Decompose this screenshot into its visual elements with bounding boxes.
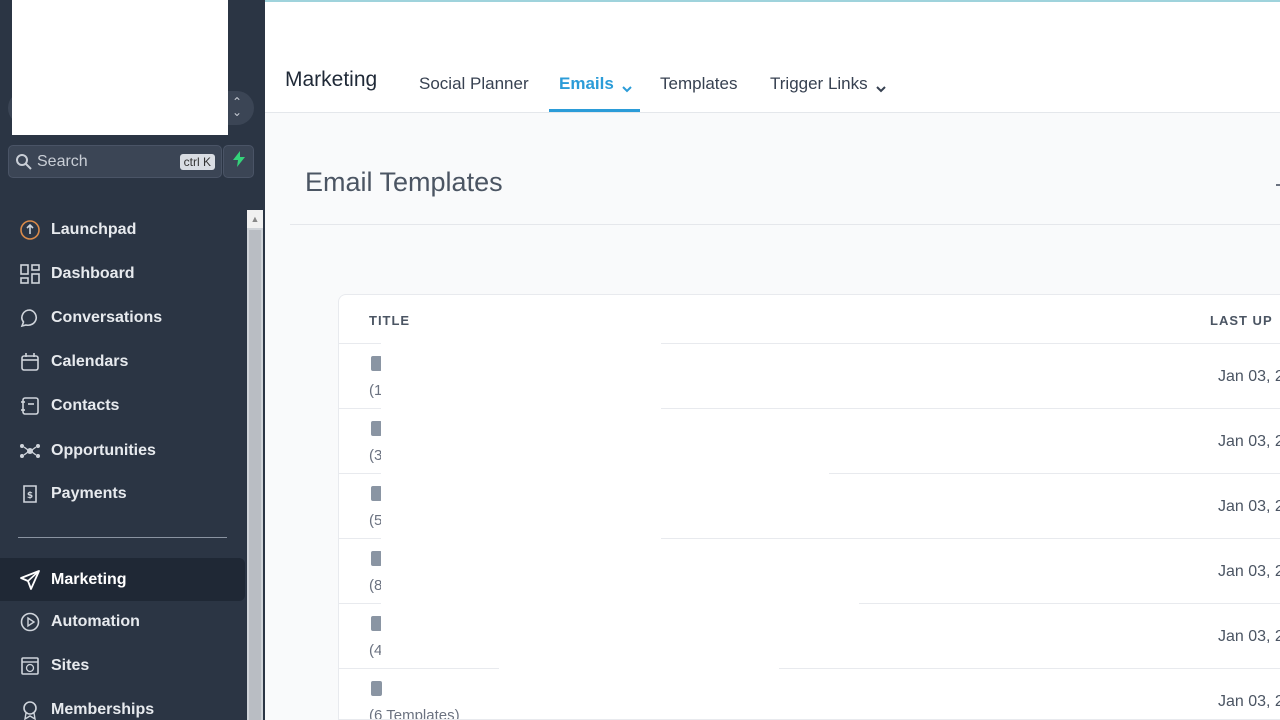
sidebar-item-dashboard[interactable]: Dashboard xyxy=(0,254,245,294)
account-logo xyxy=(12,0,228,135)
scrollbar-thumb[interactable] xyxy=(249,230,261,720)
scroll-up-icon[interactable]: ▲ xyxy=(247,210,263,228)
last-updated-date: Jan 03, 2 xyxy=(1218,563,1280,580)
header-action-fragment[interactable] xyxy=(1276,184,1280,186)
page-title: Email Templates xyxy=(305,167,503,197)
template-count: (6 Templates) xyxy=(369,707,460,720)
active-tab-indicator xyxy=(549,109,640,112)
section-title: Marketing xyxy=(285,68,378,91)
last-updated-date: Jan 03, 2 xyxy=(1218,368,1280,385)
top-navigation: Marketing Social Planner Emails Template… xyxy=(265,0,1280,113)
tab-label: Templates xyxy=(660,74,738,93)
dashboard-icon xyxy=(18,262,42,286)
tab-trigger-links[interactable]: Trigger Links xyxy=(770,74,886,94)
chevron-down-icon xyxy=(875,79,886,93)
folder-icon xyxy=(371,681,382,696)
sidebar-item-calendars[interactable]: Calendars xyxy=(0,342,245,382)
last-updated-date: Jan 03, 2 xyxy=(1218,693,1280,710)
sites-icon xyxy=(18,654,42,678)
column-header-title[interactable]: TITLE xyxy=(369,313,410,328)
redaction-block xyxy=(509,415,829,515)
opportunities-icon xyxy=(18,439,42,463)
search-shortcut: ctrl K xyxy=(179,153,215,170)
search-bar[interactable]: Search ctrl K xyxy=(8,145,222,178)
chevron-down-icon xyxy=(622,79,632,93)
sidebar-item-label: Launchpad xyxy=(51,221,137,238)
chat-bubble-icon xyxy=(18,306,42,330)
sidebar-item-payments[interactable]: $ Payments xyxy=(0,474,245,514)
sidebar-item-label: Dashboard xyxy=(51,265,135,282)
search-icon xyxy=(15,153,33,171)
sidebar-item-conversations[interactable]: Conversations xyxy=(0,298,245,338)
last-updated-date: Jan 03, 2 xyxy=(1218,433,1280,450)
calendar-icon xyxy=(18,350,42,374)
lightning-icon xyxy=(232,151,246,172)
header-divider xyxy=(290,224,1280,225)
sidebar-item-automation[interactable]: Automation xyxy=(0,602,245,642)
sidebar-divider xyxy=(18,537,227,538)
redaction-block xyxy=(499,645,779,719)
sidebar-item-label: Marketing xyxy=(51,570,127,588)
sidebar-item-label: Payments xyxy=(51,485,127,502)
launchpad-icon xyxy=(18,218,42,242)
switcher-chevron-icon: ⌃ ⌄ xyxy=(231,95,242,119)
quick-actions-button[interactable] xyxy=(223,145,254,178)
contacts-icon xyxy=(18,394,42,418)
tab-label: Trigger Links xyxy=(770,74,868,93)
sidebar-item-opportunities[interactable]: Opportunities xyxy=(0,431,245,471)
table-row[interactable]: (6 Templates) Jan 03, 2 xyxy=(339,668,1280,720)
tab-label: Emails xyxy=(559,74,614,93)
templates-table: TITLE LAST UP (1 Jan 03, 2 (3 Jan 03, 2 … xyxy=(338,294,1280,720)
tab-emails[interactable]: Emails xyxy=(559,74,632,94)
sidebar-item-contacts[interactable]: Contacts xyxy=(0,386,245,426)
last-updated-date: Jan 03, 2 xyxy=(1218,628,1280,645)
sidebar-item-launchpad[interactable]: Launchpad xyxy=(0,210,245,250)
svg-text:$: $ xyxy=(27,491,33,501)
sidebar-item-label: Memberships xyxy=(51,701,155,718)
sidebar-item-label: Conversations xyxy=(51,309,163,326)
column-header-last-updated[interactable]: LAST UP xyxy=(1210,313,1273,328)
sidebar-item-label: Contacts xyxy=(51,397,120,414)
sidebar-item-sites[interactable]: Sites xyxy=(0,646,245,686)
sidebar-item-label: Sites xyxy=(51,657,90,674)
memberships-icon xyxy=(18,698,42,720)
sidebar: ⌃ ⌄ Search ctrl K Launchpad Dashboard Con… xyxy=(0,0,265,720)
last-updated-date: Jan 03, 2 xyxy=(1218,498,1280,515)
sidebar-item-memberships[interactable]: Memberships xyxy=(0,690,245,720)
redaction-block xyxy=(499,545,859,645)
sidebar-item-label: Opportunities xyxy=(51,442,156,459)
sidebar-scrollbar[interactable]: ▲ xyxy=(247,210,263,720)
payments-icon: $ xyxy=(18,482,42,506)
sidebar-item-label: Automation xyxy=(51,613,140,630)
sidebar-item-marketing[interactable]: Marketing xyxy=(0,558,245,601)
automation-icon xyxy=(18,610,42,634)
tab-templates[interactable]: Templates xyxy=(660,74,737,94)
paper-plane-icon xyxy=(18,568,42,592)
sidebar-item-label: Calendars xyxy=(51,353,129,370)
search-placeholder: Search xyxy=(37,152,88,170)
tab-label: Social Planner xyxy=(419,74,529,93)
tab-social-planner[interactable]: Social Planner xyxy=(419,74,529,94)
